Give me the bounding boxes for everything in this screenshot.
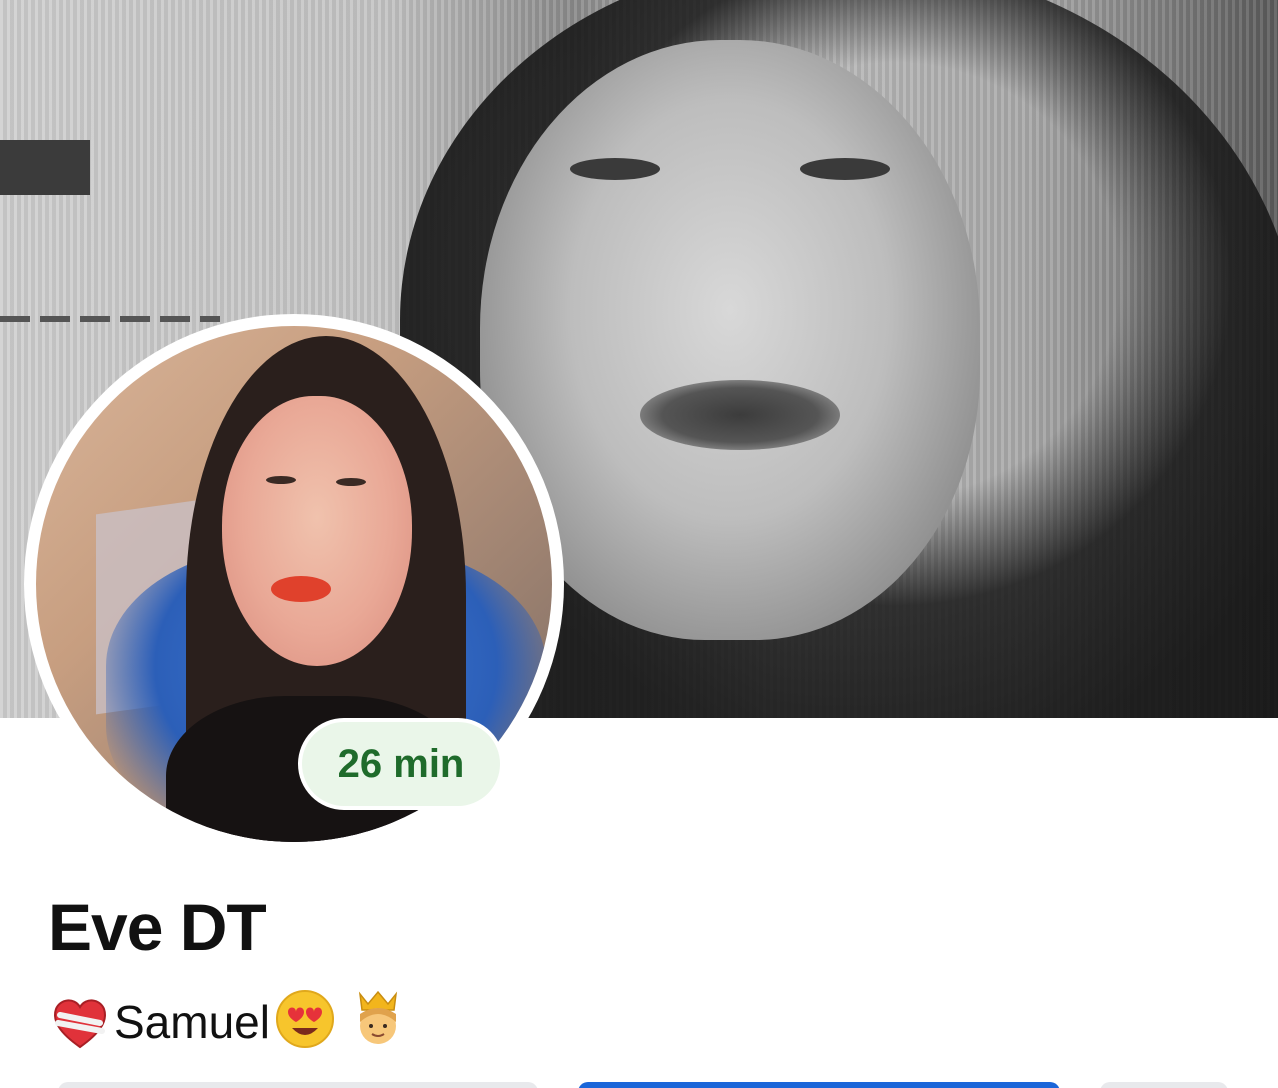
prince-icon (350, 988, 406, 1058)
avatar-eye (336, 478, 366, 486)
avatar-lips (271, 576, 331, 602)
heart-eyes-face-icon (274, 988, 336, 1058)
avatar-face (222, 396, 412, 666)
primary-action-button[interactable] (578, 1082, 1060, 1088)
cover-photo-eye (570, 158, 660, 180)
profile-name: Eve DT (48, 890, 267, 964)
broken-heart-icon (50, 993, 110, 1053)
more-options-button[interactable] (1100, 1082, 1228, 1088)
bio-text: Samuel (114, 996, 270, 1049)
cover-photo-eye (800, 158, 890, 180)
profile-page: 26 min Eve DT Samuel (0, 0, 1278, 1088)
secondary-action-button[interactable] (58, 1082, 538, 1088)
cover-photo-detail (0, 140, 90, 195)
profile-bio: Samuel (50, 988, 406, 1058)
avatar-eye (266, 476, 296, 484)
status-badge: 26 min (302, 722, 500, 806)
cover-photo-lips (640, 380, 840, 450)
cover-photo-detail (0, 316, 220, 322)
